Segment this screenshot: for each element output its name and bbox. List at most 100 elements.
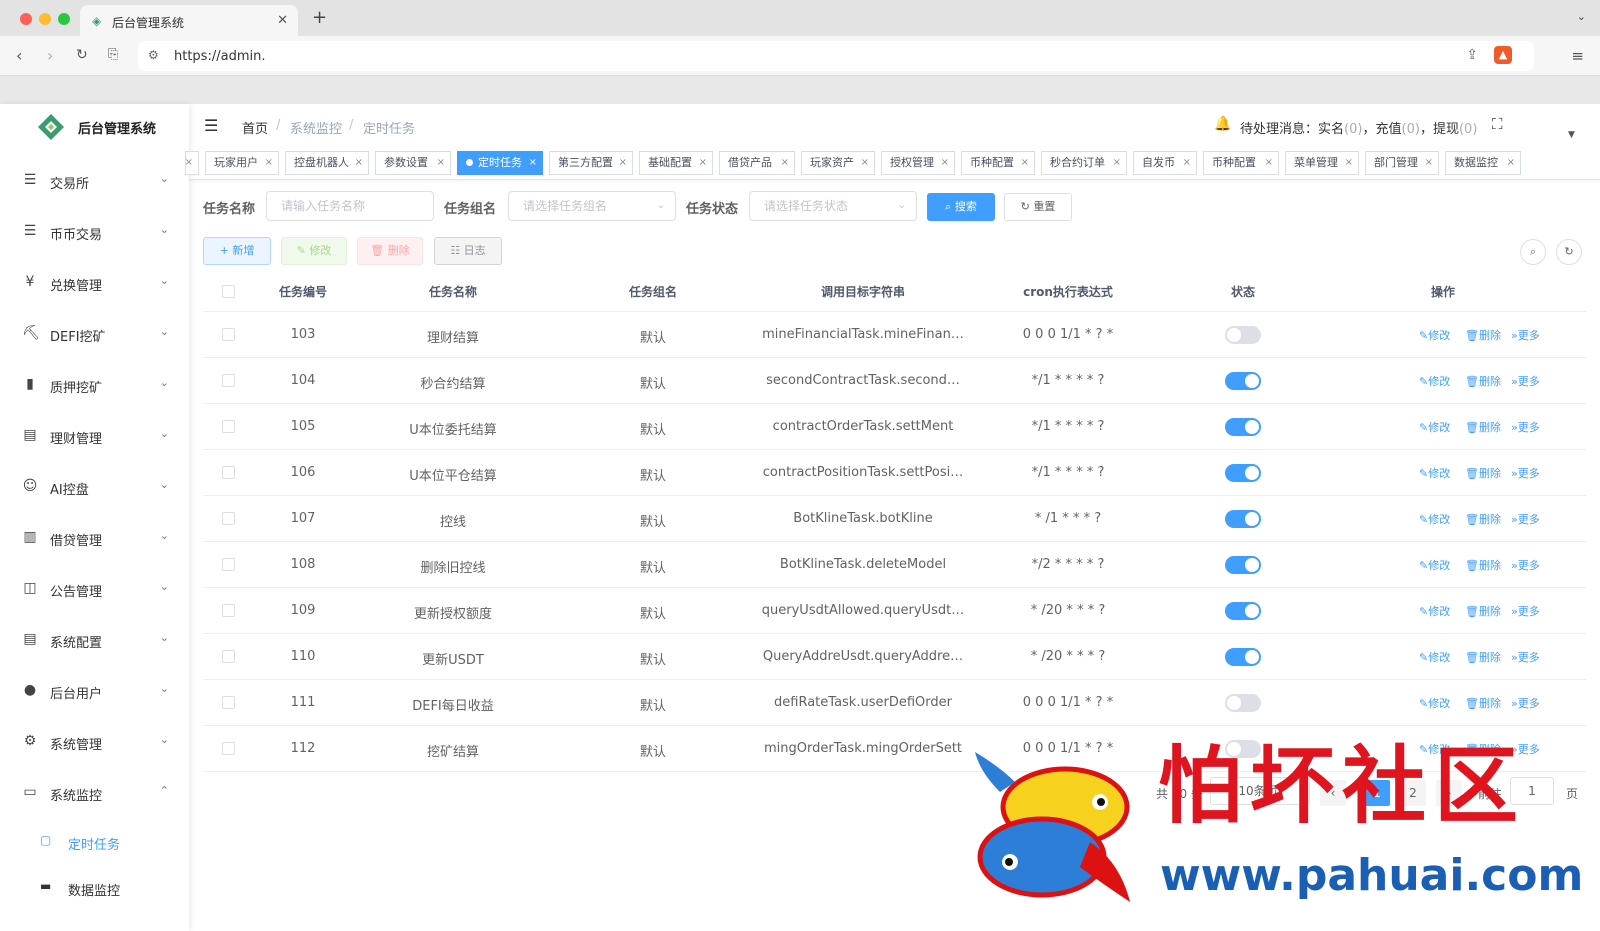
row-edit-button[interactable]: ✎修改 (1419, 557, 1450, 573)
sidebar-item-11[interactable]: ⚙ 系统管理 ⌄ (0, 722, 189, 762)
sidebar-item-10[interactable]: ● 后台用户 ⌄ (0, 671, 189, 711)
fullscreen-icon[interactable]: ⛶ (1492, 115, 1503, 133)
row-more-button[interactable]: »更多 (1511, 511, 1540, 527)
close-icon[interactable]: × (1183, 152, 1191, 174)
tag-16[interactable]: 数据监控 × (1445, 151, 1521, 175)
row-delete-button[interactable]: 🗑删除 (1465, 649, 1501, 665)
row-edit-button[interactable]: ✎修改 (1419, 511, 1450, 527)
tag-7[interactable]: 借贷产品 × (719, 151, 795, 175)
sidebar-item-7[interactable]: ▥ 借贷管理 ⌄ (0, 518, 189, 558)
site-settings-icon[interactable]: ⚙ (148, 48, 159, 62)
status-switch[interactable] (1225, 326, 1261, 344)
user-menu-caret-icon[interactable]: ▼ (1568, 130, 1575, 140)
sidebar-item-4[interactable]: ▮ 质押挖矿 ⌄ (0, 365, 189, 405)
row-delete-button[interactable]: 🗑删除 (1465, 511, 1501, 527)
log-button[interactable]: ☷ 日志 (434, 237, 502, 265)
close-icon[interactable]: × (1345, 152, 1353, 174)
row-more-button[interactable]: »更多 (1511, 649, 1540, 665)
close-icon[interactable]: × (619, 152, 627, 174)
close-icon[interactable]: × (861, 152, 869, 174)
row-more-button[interactable]: »更多 (1511, 603, 1540, 619)
row-delete-button[interactable]: 🗑删除 (1465, 419, 1501, 435)
browser-tab[interactable]: ◈ 后台管理系统 ✕ (80, 5, 298, 36)
row-checkbox[interactable] (222, 650, 235, 663)
row-edit-button[interactable]: ✎修改 (1419, 695, 1450, 711)
row-checkbox[interactable] (222, 374, 235, 387)
sidebar-item-2[interactable]: ¥ 兑换管理 ⌄ (0, 263, 189, 303)
tag-1[interactable]: 玩家用户 × (205, 151, 279, 175)
tag-15[interactable]: 部门管理 × (1365, 151, 1439, 175)
sidebar-item-5[interactable]: ▤ 理财管理 ⌄ (0, 416, 189, 456)
new-tab-icon[interactable]: + (312, 7, 327, 28)
sidebar-toggle-icon[interactable]: ☰ (204, 116, 218, 135)
close-icon[interactable]: × (781, 152, 789, 174)
status-switch[interactable] (1225, 418, 1261, 436)
tag-2[interactable]: 控盘机器人 × (285, 151, 369, 175)
row-checkbox[interactable] (222, 696, 235, 709)
close-icon[interactable]: × (1507, 152, 1515, 174)
status-switch[interactable] (1225, 464, 1261, 482)
row-edit-button[interactable]: ✎修改 (1419, 419, 1450, 435)
bookmark-icon[interactable]: ⎘ (108, 47, 118, 62)
delete-button[interactable]: 🗑 删除 (357, 237, 423, 265)
reload-icon[interactable]: ↻ (76, 47, 88, 63)
refresh-table-button[interactable]: ↻ (1556, 239, 1582, 265)
row-checkbox[interactable] (222, 742, 235, 755)
close-icon[interactable]: × (699, 152, 707, 174)
tag-6[interactable]: 基础配置 × (639, 151, 713, 175)
row-delete-button[interactable]: 🗑删除 (1465, 373, 1501, 389)
bell-icon[interactable]: 🔔 (1214, 116, 1231, 132)
row-more-button[interactable]: »更多 (1511, 557, 1540, 573)
maximize-window-button[interactable] (58, 13, 70, 25)
close-window-button[interactable] (20, 13, 32, 25)
row-edit-button[interactable]: ✎修改 (1419, 649, 1450, 665)
sidebar-item-3[interactable]: ⛏ DEFI挖矿 ⌄ (0, 314, 189, 354)
row-checkbox[interactable] (222, 466, 235, 479)
tag-10[interactable]: 币种配置 × (961, 151, 1035, 175)
select-all-checkbox[interactable] (222, 285, 235, 298)
tag-9[interactable]: 授权管理 × (881, 151, 955, 175)
close-icon[interactable]: × (437, 152, 445, 174)
close-icon[interactable]: × (185, 152, 193, 174)
row-checkbox[interactable] (222, 558, 235, 571)
row-more-button[interactable]: »更多 (1511, 695, 1540, 711)
status-switch[interactable] (1225, 694, 1261, 712)
close-icon[interactable]: × (1265, 152, 1273, 174)
task-name-input[interactable]: 请输入任务名称 (266, 191, 434, 221)
tag-4[interactable]: 定时任务 × (457, 151, 543, 175)
reset-button[interactable]: ↻ 重置 (1004, 193, 1072, 221)
row-edit-button[interactable]: ✎修改 (1419, 373, 1450, 389)
breadcrumb-home[interactable]: 首页 (242, 118, 268, 137)
status-switch[interactable] (1225, 556, 1261, 574)
status-switch[interactable] (1225, 602, 1261, 620)
row-checkbox[interactable] (222, 512, 235, 525)
close-tab-icon[interactable]: ✕ (277, 13, 288, 28)
sidebar-item-6[interactable]: ☺ AI控盘 ⌄ (0, 467, 189, 507)
minimize-window-button[interactable] (39, 13, 51, 25)
sidebar-item-9[interactable]: ▤ 系统配置 ⌄ (0, 620, 189, 660)
tag-11[interactable]: 秒合约订单 × (1041, 151, 1127, 175)
row-delete-button[interactable]: 🗑删除 (1465, 465, 1501, 481)
share-icon[interactable]: ⇪ (1466, 47, 1478, 63)
tag-13[interactable]: 币种配置 × (1203, 151, 1279, 175)
close-icon[interactable]: × (355, 152, 363, 174)
tag-8[interactable]: 玩家资产 × (801, 151, 875, 175)
close-icon[interactable]: × (265, 152, 273, 174)
browser-menu-icon[interactable]: ≡ (1571, 47, 1584, 65)
sidebar-item-0[interactable]: ☰ 交易所 ⌄ (0, 161, 189, 201)
row-delete-button[interactable]: 🗑删除 (1465, 557, 1501, 573)
row-more-button[interactable]: »更多 (1511, 373, 1540, 389)
row-delete-button[interactable]: 🗑删除 (1465, 327, 1501, 343)
tab-list-chevron-icon[interactable]: ⌄ (1577, 10, 1586, 23)
row-delete-button[interactable]: 🗑删除 (1465, 695, 1501, 711)
notice-realname-label[interactable]: 实名 (1318, 122, 1344, 137)
notice-recharge-label[interactable]: 充值 (1375, 122, 1401, 137)
edit-button[interactable]: ✎ 修改 (281, 237, 347, 265)
sidebar-item-8[interactable]: ◫ 公告管理 ⌄ (0, 569, 189, 609)
back-icon[interactable]: ‹ (16, 46, 22, 65)
row-checkbox[interactable] (222, 420, 235, 433)
address-bar[interactable]: ⚙ https://admin. ⇪ ▲ (138, 41, 1534, 71)
tag-3[interactable]: 参数设置 × (375, 151, 451, 175)
sidebar-item-12[interactable]: ▭ 系统监控 ⌃ (0, 773, 189, 813)
sidebar-subitem-1[interactable]: ▬ 数据监控 (0, 868, 189, 908)
